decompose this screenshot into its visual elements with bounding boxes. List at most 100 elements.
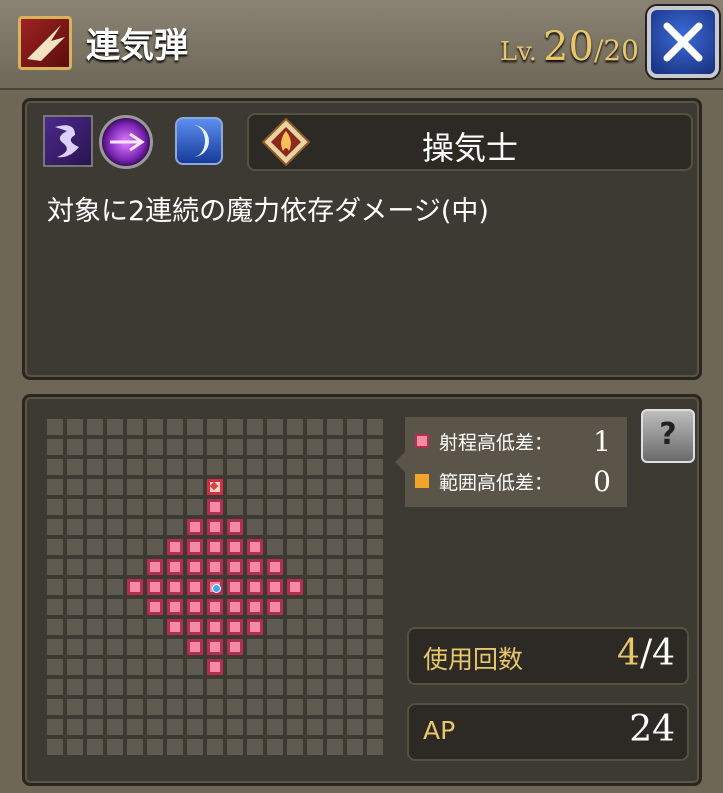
grid-tile	[127, 719, 143, 735]
ap-label: AP	[423, 716, 456, 745]
grid-tile	[267, 439, 283, 455]
grid-tile	[67, 439, 83, 455]
level-current: 20	[543, 24, 594, 70]
grid-tile	[67, 659, 83, 675]
range-tile	[267, 599, 283, 615]
uses-label: 使用回数	[423, 645, 524, 674]
grid-tile	[87, 619, 103, 635]
range-tile	[207, 559, 223, 575]
grid-tile	[107, 419, 123, 435]
grid-tile	[307, 579, 323, 595]
grid-tile	[347, 439, 363, 455]
grid-tile	[227, 679, 243, 695]
grid-tile	[327, 679, 343, 695]
grid-tile	[147, 439, 163, 455]
grid-tile	[67, 739, 83, 755]
grid-tile	[147, 659, 163, 675]
grid-tile	[287, 639, 303, 655]
target-tile	[207, 479, 223, 495]
grid-tile	[367, 499, 383, 515]
range-tile	[227, 539, 243, 555]
grid-tile	[247, 499, 263, 515]
grid-tile	[207, 459, 223, 475]
grid-tile	[47, 479, 63, 495]
grid-tile	[247, 459, 263, 475]
grid-tile	[347, 699, 363, 715]
grid-tile	[67, 699, 83, 715]
grid-tile	[107, 499, 123, 515]
grid-tile	[287, 619, 303, 635]
grid-tile	[47, 519, 63, 535]
range-tile	[127, 579, 143, 595]
grid-tile	[267, 619, 283, 635]
grid-tile	[167, 459, 183, 475]
grid-tile	[47, 719, 63, 735]
grid-tile	[287, 699, 303, 715]
area-height-label: 範囲高低差：	[439, 471, 554, 494]
grid-tile	[327, 719, 343, 735]
skill-level: Lv. 20/20	[500, 24, 639, 70]
grid-tile	[327, 439, 343, 455]
grid-tile	[87, 659, 103, 675]
grid-tile	[67, 599, 83, 615]
grid-tile	[67, 539, 83, 555]
range-tile	[187, 639, 203, 655]
grid-tile	[127, 679, 143, 695]
grid-tile	[247, 739, 263, 755]
grid-tile	[227, 439, 243, 455]
grid-tile	[347, 679, 363, 695]
grid-tile	[87, 719, 103, 735]
grid-tile	[187, 659, 203, 675]
uses-current: 4	[617, 633, 640, 674]
range-height-label: 射程高低差：	[439, 431, 554, 454]
grid-tile	[47, 679, 63, 695]
close-button[interactable]	[647, 6, 719, 78]
grid-tile	[227, 659, 243, 675]
range-tile	[247, 619, 263, 635]
range-tile	[187, 599, 203, 615]
ap-value: 24	[629, 709, 675, 750]
level-label: Lv.	[499, 37, 538, 67]
grid-tile	[367, 519, 383, 535]
grid-tile	[127, 519, 143, 535]
grid-tile	[327, 639, 343, 655]
range-square-icon	[415, 434, 429, 448]
grid-tile	[167, 439, 183, 455]
range-panel: 射程高低差： 1 範囲高低差： 0 ? 使用回数 4/4 AP 24	[22, 394, 702, 786]
grid-tile	[167, 719, 183, 735]
help-button[interactable]: ?	[641, 409, 695, 463]
grid-tile	[187, 419, 203, 435]
grid-tile	[67, 719, 83, 735]
grid-tile	[167, 479, 183, 495]
range-tile	[287, 579, 303, 595]
range-tile	[207, 519, 223, 535]
height-info-box: 射程高低差： 1 範囲高低差： 0	[405, 417, 627, 507]
grid-tile	[287, 659, 303, 675]
grid-tile	[127, 459, 143, 475]
range-tile	[207, 599, 223, 615]
grid-tile	[107, 619, 123, 635]
grid-tile	[287, 419, 303, 435]
grid-tile	[127, 559, 143, 575]
grid-tile	[287, 679, 303, 695]
grid-tile	[127, 699, 143, 715]
grid-tile	[267, 479, 283, 495]
grid-tile	[367, 419, 383, 435]
range-tile	[247, 559, 263, 575]
area-square-icon	[415, 474, 429, 488]
range-tile	[267, 579, 283, 595]
grid-tile	[147, 479, 163, 495]
grid-tile	[347, 579, 363, 595]
grid-tile	[67, 619, 83, 635]
dark-element-icon	[43, 115, 93, 167]
grid-tile	[247, 639, 263, 655]
grid-tile	[107, 679, 123, 695]
grid-tile	[267, 459, 283, 475]
grid-tile	[187, 739, 203, 755]
grid-tile	[47, 539, 63, 555]
grid-tile	[87, 539, 103, 555]
range-tile	[247, 599, 263, 615]
grid-tile	[187, 479, 203, 495]
grid-tile	[147, 519, 163, 535]
grid-tile	[167, 739, 183, 755]
